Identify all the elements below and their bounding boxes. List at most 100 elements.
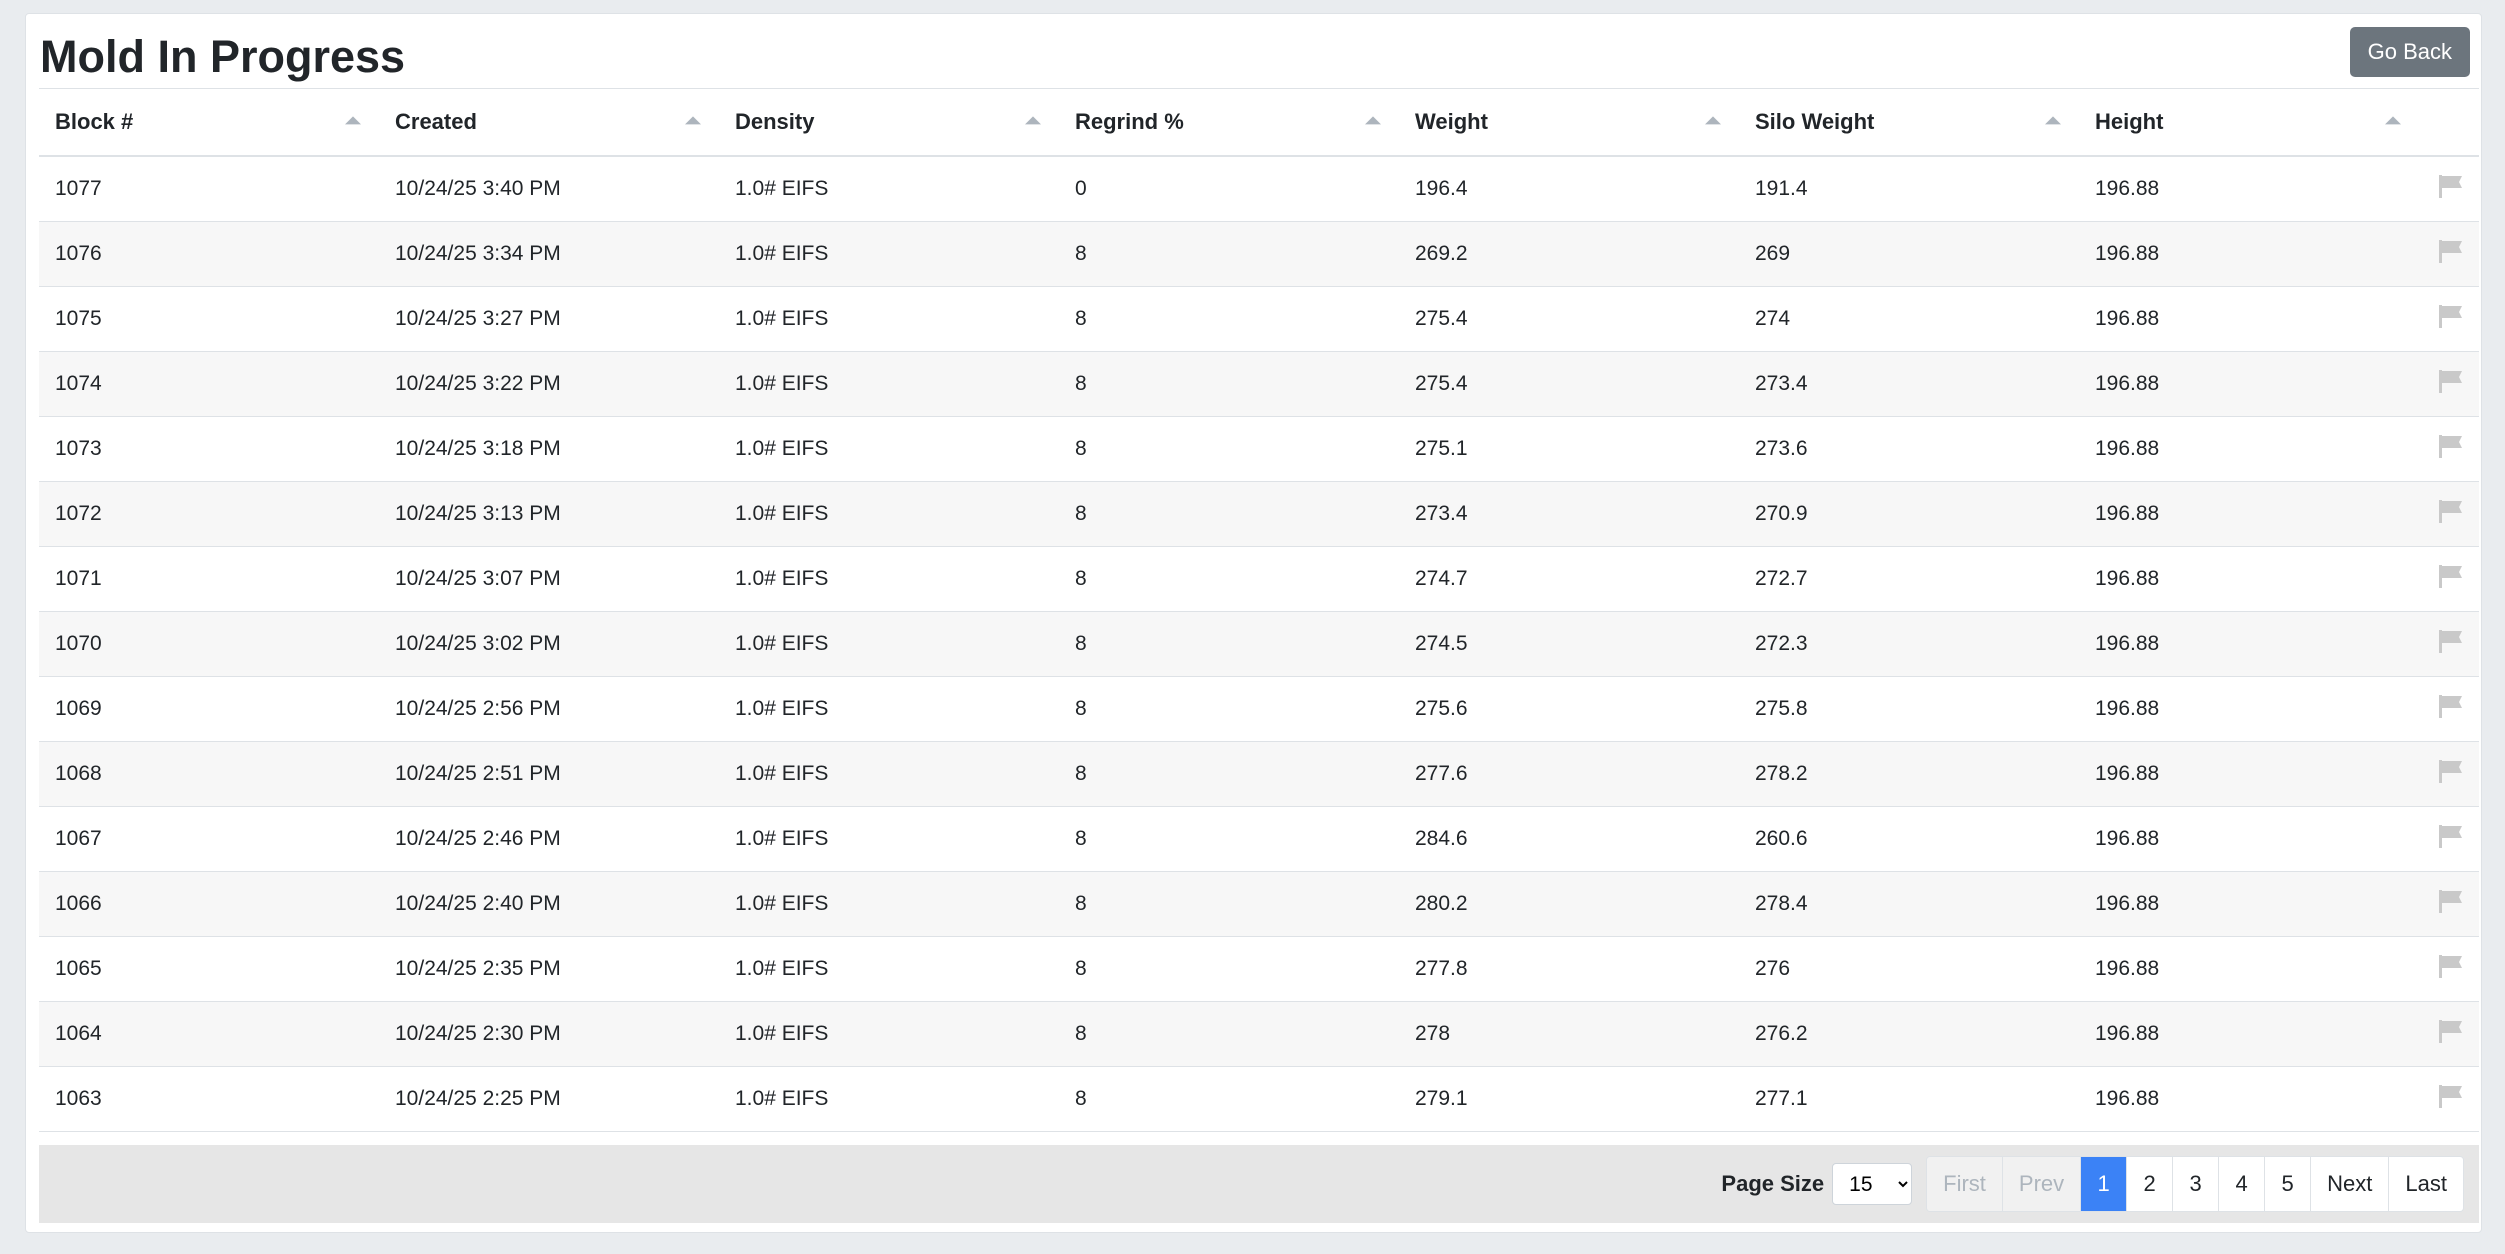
flag-icon[interactable] <box>2437 758 2465 784</box>
table-row[interactable]: 1066 10/24/25 2:40 PM 1.0# EIFS 8 280.2 278.4… <box>39 871 2479 937</box>
table-cell: 8 <box>1059 936 1399 1002</box>
page-title: Mold In Progress <box>40 31 406 82</box>
flag-cell <box>2419 1001 2479 1067</box>
column-header-height[interactable]: Height <box>2079 88 2419 157</box>
page-5-button[interactable]: 5 <box>2264 1157 2311 1211</box>
table-row[interactable]: 1067 10/24/25 2:46 PM 1.0# EIFS 8 284.6 260.6… <box>39 806 2479 872</box>
table-cell: 196.88 <box>2079 416 2419 482</box>
table-row[interactable]: 1076 10/24/25 3:34 PM 1.0# EIFS 8 269.2 269 19… <box>39 221 2479 287</box>
table-cell: 196.88 <box>2079 1066 2419 1132</box>
flag-cell <box>2419 611 2479 677</box>
flag-icon[interactable] <box>2437 1083 2465 1109</box>
table-cell: 1067 <box>39 806 379 872</box>
table-cell: 1071 <box>39 546 379 612</box>
sort-arrow-icon[interactable] <box>1025 116 1041 125</box>
table-cell: 1.0# EIFS <box>719 156 1059 222</box>
table-cell: 272.3 <box>1739 611 2079 677</box>
flag-icon[interactable] <box>2437 628 2465 654</box>
sort-arrow-icon[interactable] <box>1705 116 1721 125</box>
table-cell: 8 <box>1059 741 1399 807</box>
table-cell: 8 <box>1059 676 1399 742</box>
first-page-button[interactable]: First <box>1927 1157 2002 1211</box>
next-page-button[interactable]: Next <box>2310 1157 2389 1211</box>
table-cell: 1.0# EIFS <box>719 936 1059 1002</box>
table-row[interactable]: 1074 10/24/25 3:22 PM 1.0# EIFS 8 275.4 273.4… <box>39 351 2479 417</box>
table-cell: 1.0# EIFS <box>719 611 1059 677</box>
flag-cell <box>2419 871 2479 937</box>
go-back-button[interactable]: Go Back <box>2349 27 2470 77</box>
column-header-weight[interactable]: Weight <box>1399 88 1739 157</box>
flag-cell <box>2419 936 2479 1002</box>
last-page-button[interactable]: Last <box>2388 1157 2463 1211</box>
flag-icon[interactable] <box>2437 953 2465 979</box>
flag-icon[interactable] <box>2437 823 2465 849</box>
flag-icon[interactable] <box>2437 173 2465 199</box>
flag-icon[interactable] <box>2437 498 2465 524</box>
column-header-created[interactable]: Created <box>379 88 719 157</box>
mold-in-progress-card: Mold In Progress Go Back Block # Created D… <box>25 13 2482 1233</box>
sort-arrow-icon[interactable] <box>1365 116 1381 125</box>
table-cell: 196.4 <box>1399 156 1739 222</box>
table-row[interactable]: 1069 10/24/25 2:56 PM 1.0# EIFS 8 275.6 275.8… <box>39 676 2479 742</box>
table-cell: 1.0# EIFS <box>719 546 1059 612</box>
page-3-button[interactable]: 3 <box>2172 1157 2219 1211</box>
table-cell: 8 <box>1059 806 1399 872</box>
table-row[interactable]: 1068 10/24/25 2:51 PM 1.0# EIFS 8 277.6 278.2… <box>39 741 2479 807</box>
table-cell: 10/24/25 3:07 PM <box>379 546 719 612</box>
column-header-density[interactable]: Density <box>719 88 1059 157</box>
table-cell: 10/24/25 2:40 PM <box>379 871 719 937</box>
flag-cell <box>2419 481 2479 547</box>
table-header-row: Block # Created Density Regrind % Weight Silo… <box>39 88 2479 157</box>
flag-icon[interactable] <box>2437 368 2465 394</box>
flag-cell <box>2419 1066 2479 1132</box>
column-header-regrind[interactable]: Regrind % <box>1059 88 1399 157</box>
page-1-button[interactable]: 1 <box>2080 1157 2127 1211</box>
table-cell: 275.1 <box>1399 416 1739 482</box>
table-cell: 279.1 <box>1399 1066 1739 1132</box>
flag-cell <box>2419 416 2479 482</box>
sort-arrow-icon[interactable] <box>685 116 701 125</box>
table-cell: 10/24/25 3:13 PM <box>379 481 719 547</box>
table-cell: 1.0# EIFS <box>719 1066 1059 1132</box>
page-2-button[interactable]: 2 <box>2126 1157 2173 1211</box>
sort-arrow-icon[interactable] <box>2045 116 2061 125</box>
column-header-block[interactable]: Block # <box>39 88 379 157</box>
table-cell: 10/24/25 2:51 PM <box>379 741 719 807</box>
table-cell: 277.6 <box>1399 741 1739 807</box>
table-row[interactable]: 1063 10/24/25 2:25 PM 1.0# EIFS 8 279.1 277.1… <box>39 1066 2479 1132</box>
prev-page-button[interactable]: Prev <box>2001 1157 2081 1211</box>
pagination: First Prev 1 2 3 4 5 Next Last <box>1926 1156 2464 1212</box>
flag-icon[interactable] <box>2437 693 2465 719</box>
flag-cell <box>2419 741 2479 807</box>
table-cell: 10/24/25 2:30 PM <box>379 1001 719 1067</box>
table-cell: 196.88 <box>2079 286 2419 352</box>
flag-icon[interactable] <box>2437 433 2465 459</box>
table-row[interactable]: 1073 10/24/25 3:18 PM 1.0# EIFS 8 275.1 273.6… <box>39 416 2479 482</box>
table-cell: 8 <box>1059 481 1399 547</box>
flag-icon[interactable] <box>2437 1018 2465 1044</box>
page-4-button[interactable]: 4 <box>2218 1157 2265 1211</box>
sort-arrow-icon[interactable] <box>2385 116 2401 125</box>
table-row[interactable]: 1075 10/24/25 3:27 PM 1.0# EIFS 8 275.4 274 19… <box>39 286 2479 352</box>
table-cell: 10/24/25 3:22 PM <box>379 351 719 417</box>
page-size-select[interactable]: 15 <box>1832 1163 1913 1205</box>
flag-icon[interactable] <box>2437 303 2465 329</box>
table-cell: 196.88 <box>2079 611 2419 677</box>
flag-icon[interactable] <box>2437 888 2465 914</box>
table-row[interactable]: 1071 10/24/25 3:07 PM 1.0# EIFS 8 274.7 272.7… <box>39 546 2479 612</box>
table-row[interactable]: 1072 10/24/25 3:13 PM 1.0# EIFS 8 273.4 270.9… <box>39 481 2479 547</box>
flag-icon[interactable] <box>2437 238 2465 264</box>
flag-icon[interactable] <box>2437 563 2465 589</box>
sort-arrow-icon[interactable] <box>345 116 361 125</box>
table-row[interactable]: 1065 10/24/25 2:35 PM 1.0# EIFS 8 277.8 276 19… <box>39 936 2479 1002</box>
table-cell: 1.0# EIFS <box>719 481 1059 547</box>
blocks-table-container: Block # Created Density Regrind % Weight Silo… <box>39 88 2479 1132</box>
table-row[interactable]: 1070 10/24/25 3:02 PM 1.0# EIFS 8 274.5 272.3… <box>39 611 2479 677</box>
table-cell: 196.88 <box>2079 676 2419 742</box>
table-cell: 1.0# EIFS <box>719 221 1059 287</box>
table-row[interactable]: 1077 10/24/25 3:40 PM 1.0# EIFS 0 196.4 191.4… <box>39 156 2479 222</box>
table-cell: 10/24/25 2:56 PM <box>379 676 719 742</box>
table-row[interactable]: 1064 10/24/25 2:30 PM 1.0# EIFS 8 278 276.2 19… <box>39 1001 2479 1067</box>
table-cell: 196.88 <box>2079 741 2419 807</box>
column-header-silo-weight[interactable]: Silo Weight <box>1739 88 2079 157</box>
